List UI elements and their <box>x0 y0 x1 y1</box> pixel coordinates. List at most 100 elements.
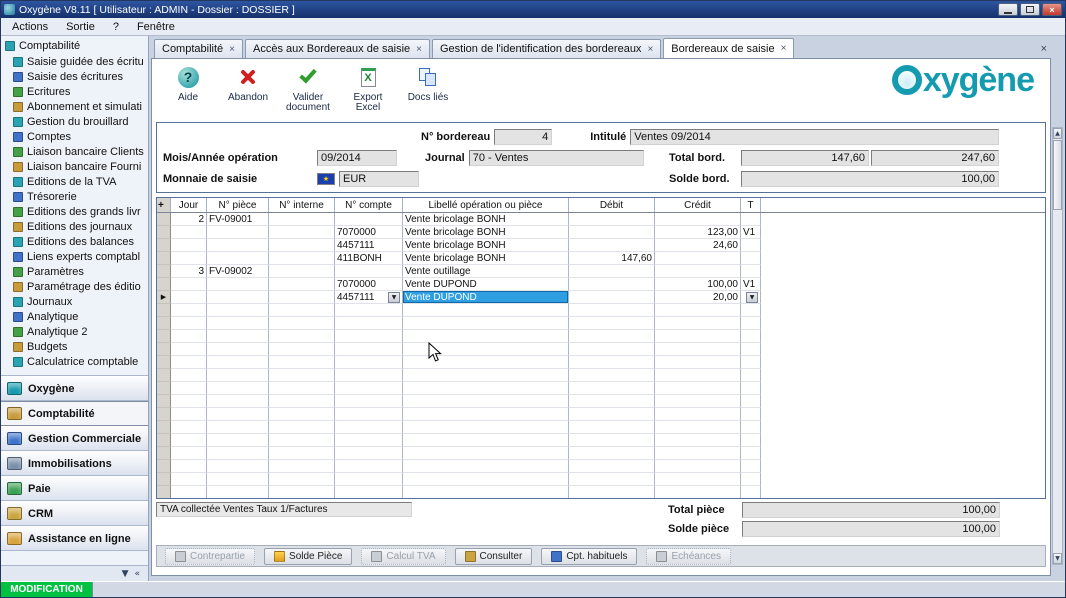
cell-piece[interactable] <box>207 382 269 395</box>
toolbar-export-excel[interactable]: X Export Excel <box>340 63 396 113</box>
cell-credit[interactable] <box>655 343 741 356</box>
cell-t[interactable]: V1 <box>741 278 761 291</box>
col-header-libelle-operation-ou-piece[interactable]: Libellé opération ou pièce <box>403 198 569 212</box>
cell-credit[interactable] <box>655 356 741 369</box>
cell-jour[interactable] <box>171 252 207 265</box>
cell-jour[interactable] <box>171 317 207 330</box>
currency-field[interactable]: EUR <box>339 170 419 187</box>
cell-interne[interactable] <box>269 408 335 421</box>
row-selector[interactable] <box>157 473 171 486</box>
sidebar-item-budgets[interactable]: Budgets <box>1 339 148 354</box>
cell-debit[interactable]: 147,60 <box>569 252 655 265</box>
row-selector[interactable] <box>157 356 171 369</box>
cell-credit[interactable] <box>655 252 741 265</box>
toolbar-abandon[interactable]: Abandon <box>220 63 276 103</box>
cell-jour[interactable] <box>171 291 207 304</box>
action-cpt-habituels[interactable]: Cpt. habituels <box>541 547 638 565</box>
cell-debit[interactable] <box>569 226 655 239</box>
sidebar-item-liaison-bancaire-clients[interactable]: Liaison bancaire Clients <box>1 144 148 159</box>
cell-t[interactable] <box>741 330 761 343</box>
toolbar-docs-lies[interactable]: Docs liés <box>400 63 456 103</box>
intitule-field[interactable]: Ventes 09/2014 <box>630 128 999 145</box>
cell-piece[interactable] <box>207 447 269 460</box>
cell-libelle[interactable]: Vente bricolage BONH <box>403 213 569 226</box>
menu-fenetre[interactable]: Fenêtre <box>128 20 184 34</box>
cell-libelle[interactable] <box>403 343 569 356</box>
row-selector[interactable] <box>157 382 171 395</box>
sidebar-item-ecritures[interactable]: Ecritures <box>1 84 148 99</box>
cell-compte[interactable] <box>335 382 403 395</box>
sidebar-item-journaux[interactable]: Journaux <box>1 294 148 309</box>
cell-credit[interactable]: 123,00 <box>655 226 741 239</box>
sidebar-item-comptes[interactable]: Comptes <box>1 129 148 144</box>
scroll-down-icon[interactable]: ▼ <box>1053 553 1062 564</box>
col-header-jour[interactable]: Jour <box>171 198 207 212</box>
cell-jour[interactable] <box>171 421 207 434</box>
cell-piece[interactable] <box>207 317 269 330</box>
cell-libelle[interactable] <box>403 486 569 498</box>
journal-field[interactable]: 70 - Ventes <box>468 149 644 166</box>
cell-jour[interactable] <box>171 382 207 395</box>
cell-t[interactable] <box>741 382 761 395</box>
cell-jour[interactable] <box>171 330 207 343</box>
tab-close-icon[interactable]: × <box>229 44 235 55</box>
close-button[interactable]: × <box>1042 3 1062 16</box>
cell-debit[interactable] <box>569 356 655 369</box>
cell-piece[interactable] <box>207 473 269 486</box>
cell-t[interactable] <box>741 304 761 317</box>
row-selector[interactable] <box>157 265 171 278</box>
sidebar-item-liaison-bancaire-fourni[interactable]: Liaison bancaire Fourni <box>1 159 148 174</box>
cell-piece[interactable] <box>207 460 269 473</box>
menu-sortie[interactable]: Sortie <box>57 20 104 34</box>
cell-debit[interactable] <box>569 213 655 226</box>
toolbar-aide[interactable]: ? Aide <box>160 63 216 103</box>
cell-piece[interactable] <box>207 395 269 408</box>
sidebar-item-analytique-2[interactable]: Analytique 2 <box>1 324 148 339</box>
col-header-n-piece[interactable]: N° pièce <box>207 198 269 212</box>
menu-actions[interactable]: Actions <box>3 20 57 34</box>
account-dropdown-icon[interactable]: ▼ <box>388 291 400 303</box>
cell-credit[interactable] <box>655 473 741 486</box>
month-year-field[interactable]: 09/2014 <box>317 149 397 166</box>
sidebar-item-saisie-des-ecritures[interactable]: Saisie des écritures <box>1 69 148 84</box>
section-assistance-en-ligne[interactable]: Assistance en ligne <box>1 526 148 551</box>
cell-piece[interactable] <box>207 343 269 356</box>
cell-jour[interactable] <box>171 447 207 460</box>
cell-libelle[interactable] <box>403 447 569 460</box>
cell-interne[interactable] <box>269 473 335 486</box>
maximize-button[interactable] <box>1020 3 1040 16</box>
sidebar-item-editions-des-journaux[interactable]: Editions des journaux <box>1 219 148 234</box>
cell-debit[interactable] <box>569 382 655 395</box>
section-gestion-commerciale[interactable]: Gestion Commerciale <box>1 426 148 451</box>
cell-libelle[interactable]: Vente DUPOND <box>403 291 569 304</box>
cell-jour[interactable] <box>171 408 207 421</box>
cell-t[interactable] <box>741 356 761 369</box>
cell-compte[interactable] <box>335 395 403 408</box>
action-calcul-tva[interactable]: Calcul TVA <box>361 547 446 565</box>
action-echeances[interactable]: Echéances <box>646 547 731 565</box>
cell-credit[interactable] <box>655 395 741 408</box>
cell-compte[interactable] <box>335 473 403 486</box>
vertical-scrollbar[interactable]: ▲ ▼ <box>1052 127 1063 565</box>
cell-credit[interactable] <box>655 304 741 317</box>
sidebar-item-calculatrice-comptable[interactable]: Calculatrice comptable <box>1 354 148 369</box>
cell-credit[interactable] <box>655 369 741 382</box>
cell-interne[interactable] <box>269 317 335 330</box>
cell-libelle[interactable]: Vente bricolage BONH <box>403 226 569 239</box>
cell-interne[interactable] <box>269 278 335 291</box>
cell-credit[interactable] <box>655 265 741 278</box>
cell-interne[interactable] <box>269 486 335 498</box>
pin-icon[interactable]: ▼ <box>122 569 129 579</box>
cell-credit[interactable] <box>655 447 741 460</box>
cell-piece[interactable] <box>207 434 269 447</box>
action-solde-piece[interactable]: Solde Pièce <box>264 547 353 565</box>
cell-debit[interactable] <box>569 486 655 498</box>
add-row-icon[interactable]: + <box>157 198 171 212</box>
cell-libelle[interactable] <box>403 304 569 317</box>
cell-interne[interactable] <box>269 265 335 278</box>
cell-interne[interactable] <box>269 239 335 252</box>
cell-interne[interactable] <box>269 421 335 434</box>
cell-interne[interactable] <box>269 356 335 369</box>
action-contrepartie[interactable]: Contrepartie <box>165 547 256 565</box>
cell-interne[interactable] <box>269 304 335 317</box>
